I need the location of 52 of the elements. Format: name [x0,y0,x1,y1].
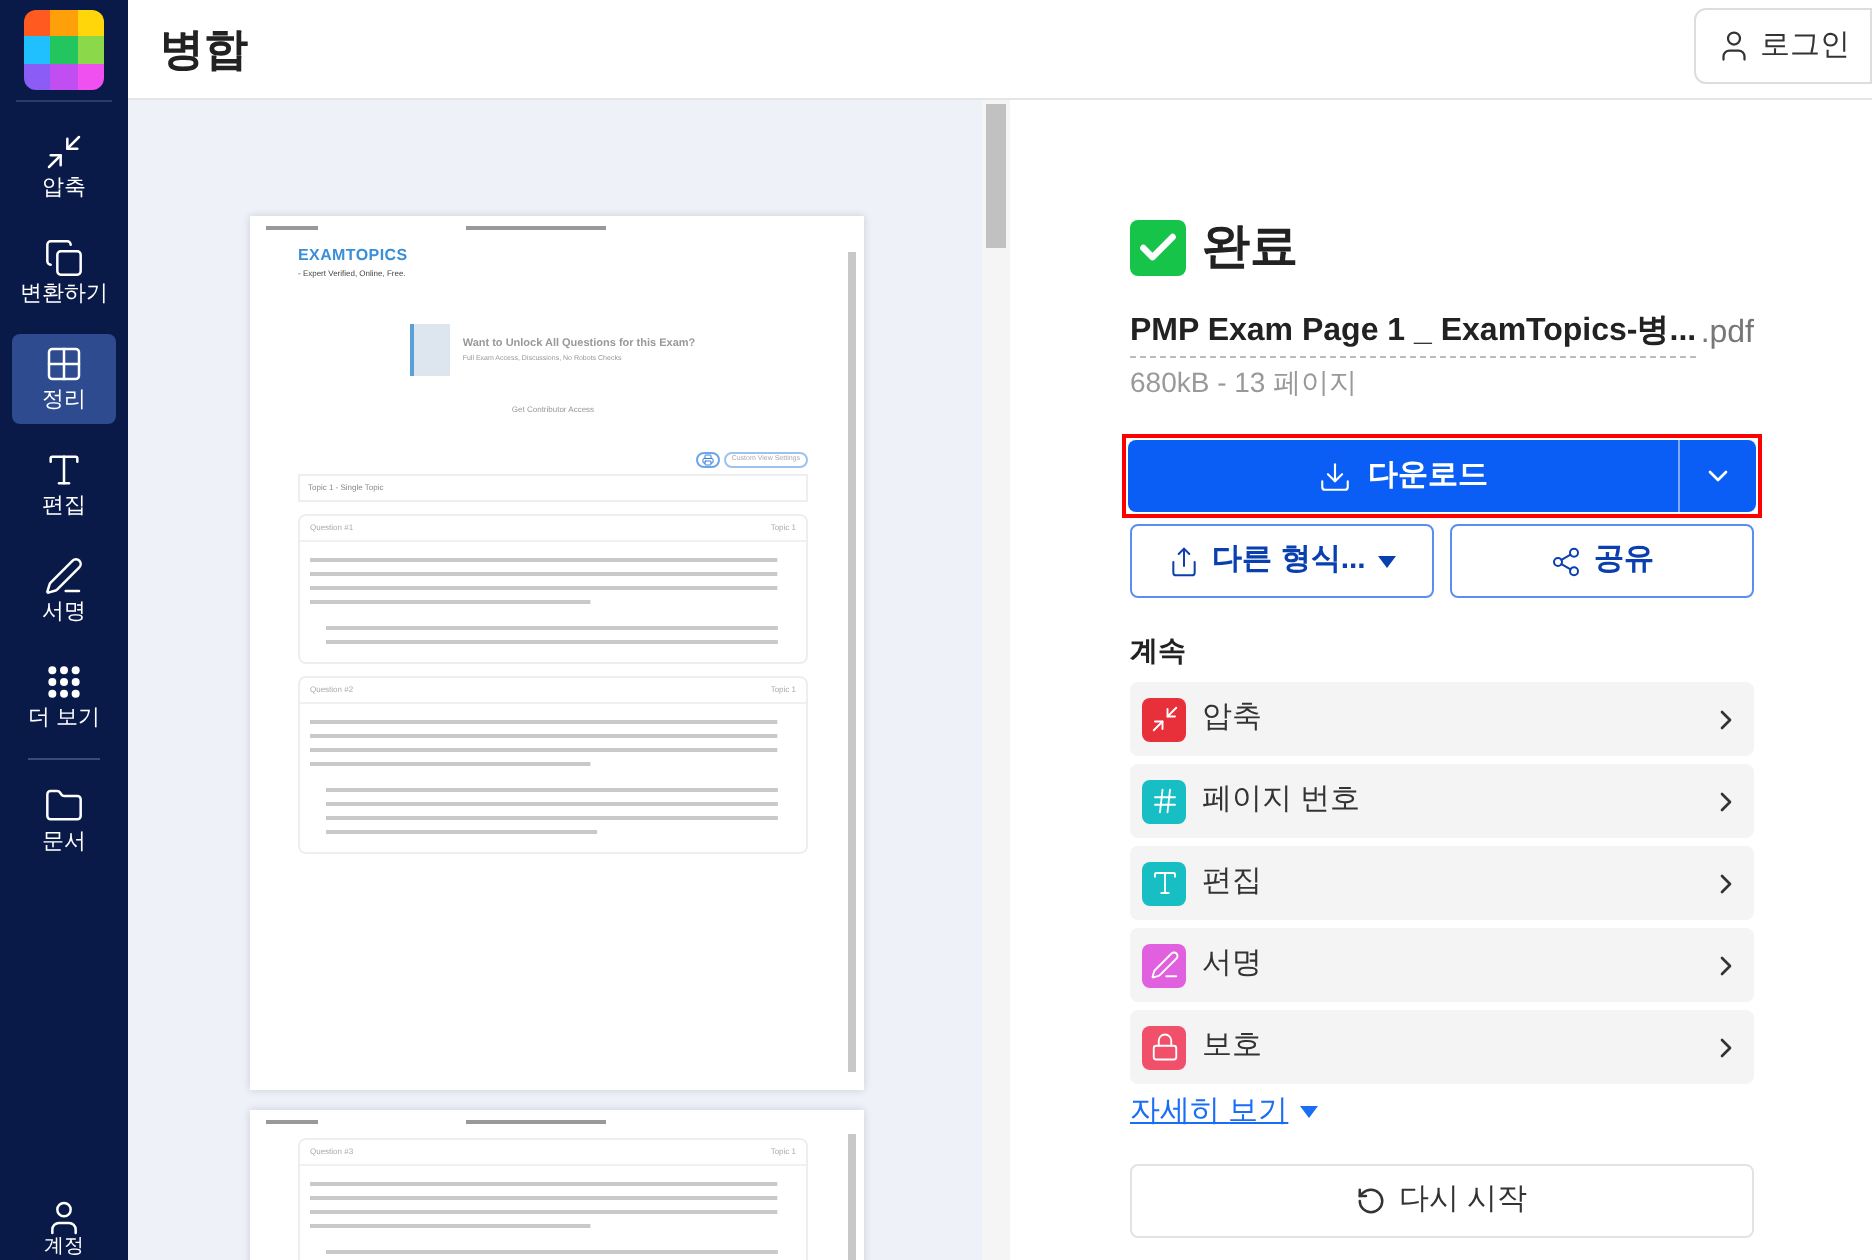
sidebar-item[interactable]: 정리 [12,334,116,424]
tool-item[interactable]: 압축 [1130,682,1754,756]
sidebar-item[interactable]: 편집 [12,440,116,530]
sidebar-item[interactable]: 변환하기 [12,228,116,318]
print-button[interactable] [695,452,720,468]
download-icon [1318,459,1352,493]
file-meta: 680kB - 13 페이지 [1130,364,1360,402]
hash-icon [1149,786,1179,816]
print-icon [701,454,714,466]
file-name: PMP Exam Page 1 _ ExamTopics-병... [1130,308,1697,358]
logo-text: EXAMTOPICS [298,244,410,268]
caret-icon [1377,555,1396,567]
compress-icon [44,131,84,172]
restart-button[interactable]: 다시 시작 [1130,1163,1754,1237]
login-button[interactable]: 로그인 [1694,8,1872,84]
sidebar-item[interactable]: 문서 [12,776,116,866]
text-icon [44,449,84,490]
text-icon [1149,868,1179,898]
sidebar-item[interactable]: 더 보기 [12,652,116,742]
signature-icon [44,555,84,596]
grid-icon [44,343,84,384]
page-scrollbar [848,1134,856,1260]
share-icon [1550,545,1582,577]
file-extension: .pdf [1700,314,1754,354]
caret-icon [1300,1106,1319,1119]
status-text: 완료 [1202,218,1298,278]
folder-icon [44,785,84,826]
page-title: 병합 [160,22,248,78]
account-button[interactable]: 계정 [44,1198,84,1258]
tool-item[interactable]: 보호 [1130,1010,1754,1084]
share-button[interactable]: 공유 [1450,524,1754,598]
signature-icon [1149,950,1179,980]
restart-icon [1356,1185,1387,1215]
more-link[interactable]: 자세히 보기 [1130,1090,1289,1135]
user-icon [1716,28,1752,64]
sidebar-item[interactable]: 압축 [12,122,116,212]
book-picture [410,324,451,376]
tool-item[interactable]: 편집 [1130,846,1754,920]
upload-icon [1168,545,1201,577]
scrollbar-thumb[interactable] [986,104,1006,248]
dots-grid-icon [44,661,84,702]
sidebar-item[interactable]: 서명 [12,546,116,636]
section-title: 계속 [1130,632,1188,670]
other-format-button[interactable]: 다른 형식... [1130,524,1434,598]
app-logo[interactable] [24,10,104,90]
compress-icon [1149,704,1179,734]
tool-item[interactable]: 페이지 번호 [1130,764,1754,838]
tool-item[interactable]: 서명 [1130,928,1754,1002]
download-button[interactable]: 다운로드 [1128,440,1678,512]
download-menu-button[interactable] [1678,440,1756,512]
lock-icon [1149,1032,1179,1062]
convert-icon [44,237,84,278]
